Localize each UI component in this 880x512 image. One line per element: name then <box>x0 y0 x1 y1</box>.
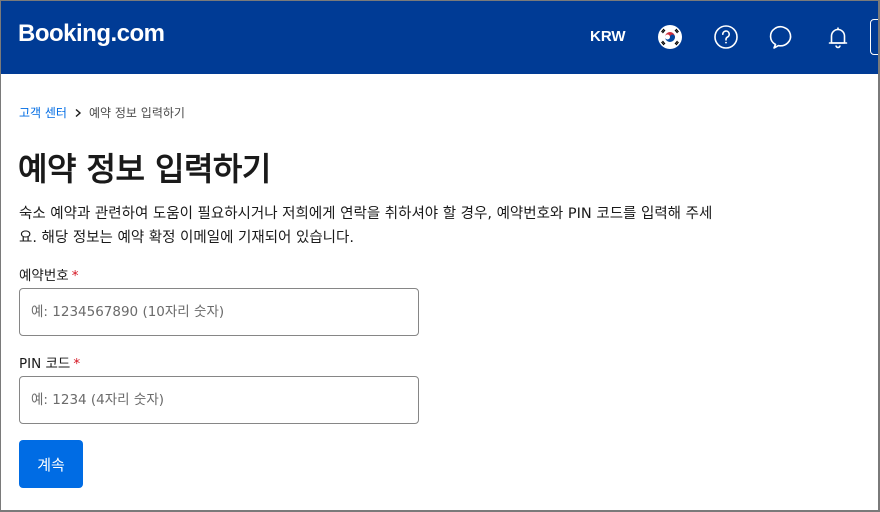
required-mark: * <box>73 356 81 372</box>
account-button[interactable] <box>870 19 878 55</box>
browser-frame: Booking.com KRW 고객 센터 예약 정보 입력하기 예약 정보 입… <box>0 0 880 512</box>
chevron-right-icon <box>75 108 82 117</box>
required-mark: * <box>71 268 79 284</box>
continue-button[interactable]: 계속 <box>19 440 83 488</box>
breadcrumb: 고객 센터 예약 정보 입력하기 <box>19 104 185 121</box>
bell-icon <box>828 27 848 49</box>
pin-code-input[interactable] <box>19 376 419 424</box>
chat-bubble-icon <box>769 26 792 49</box>
breadcrumb-customer-service[interactable]: 고객 센터 <box>19 104 67 121</box>
notifications-button[interactable] <box>820 19 856 55</box>
language-selector[interactable] <box>652 19 688 55</box>
top-header: Booking.com KRW <box>1 1 878 74</box>
korea-flag-icon <box>658 25 682 49</box>
breadcrumb-current: 예약 정보 입력하기 <box>88 106 185 120</box>
question-circle-icon <box>714 25 738 49</box>
booking-number-label-text: 예약번호 <box>19 268 69 284</box>
booking-logo[interactable]: Booking.com <box>18 20 165 48</box>
page-title: 예약 정보 입력하기 <box>18 150 271 188</box>
currency-selector[interactable]: KRW <box>590 28 626 45</box>
pin-code-label-text: PIN 코드 <box>19 356 71 372</box>
page-description: 숙소 예약과 관련하여 도움이 필요하시거나 저희에게 연락을 취하셔야 할 경… <box>19 206 713 246</box>
booking-number-input[interactable] <box>19 288 419 336</box>
help-button[interactable] <box>708 19 744 55</box>
pin-code-label: PIN 코드 * <box>19 352 80 372</box>
messages-button[interactable] <box>764 19 800 55</box>
booking-number-label: 예약번호 * <box>19 264 78 284</box>
